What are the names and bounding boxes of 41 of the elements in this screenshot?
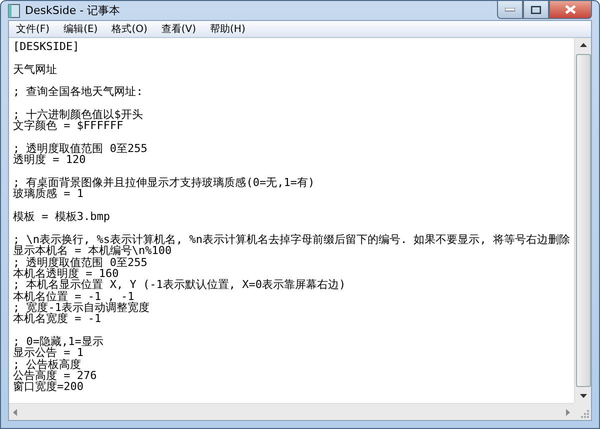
resize-grip-icon[interactable]: [581, 410, 589, 418]
text-line: 本机名宽度 = -1: [13, 313, 102, 325]
text-line: 窗口宽度=200: [13, 381, 84, 393]
maximize-button[interactable]: [523, 1, 549, 19]
minimize-button[interactable]: [497, 1, 523, 19]
vertical-scrollbar[interactable]: [574, 38, 591, 403]
scroll-thumb[interactable]: [576, 54, 590, 387]
scroll-right-icon[interactable]: [565, 408, 571, 416]
text-line: ; 宽度-1表示自动调整宽度: [13, 302, 150, 314]
menu-item[interactable]: 编辑(E): [56, 21, 105, 37]
close-icon: [565, 5, 576, 14]
window-title: DeskSide - 记事本: [25, 3, 120, 18]
text-line: ; \n表示换行, %s表示计算机名, %n表示计算机名去掉字母前缀后留下的编号. 如果不要显示, 将等号右边删除: [13, 234, 571, 246]
text-line: 公告高度 = 276: [13, 370, 98, 382]
menu-item[interactable]: 格式(O): [104, 21, 154, 37]
text-line: ; 本机名显示位置 X, Y (-1表示默认位置, X=0表示靠屏幕右边): [13, 279, 347, 291]
menu-item[interactable]: 文件(F): [9, 21, 57, 37]
text-line: ; 查询全国各地天气网址:: [13, 86, 144, 98]
text-line: ; 十六进制颜色值以$开头: [13, 109, 144, 120]
text-line: ; 有桌面背景图像并且拉伸显示才支持玻璃质感(0=无,1=有): [13, 177, 316, 188]
text-line: ; 公告板高度: [13, 358, 82, 370]
text-line: 天气网址: [13, 64, 58, 76]
text-line: 模板 = 模板3.bmp: [13, 211, 111, 222]
text-line: 本机名位置 = -1 , -1: [13, 290, 134, 302]
text-line: ; 透明度取值范围 0至255: [13, 256, 148, 268]
text-line: ; 透明度取值范围 0至255: [13, 143, 148, 154]
text-line: 文字颜色 = $FFFFFF: [13, 120, 124, 132]
minimize-icon: [505, 8, 515, 12]
text-line: 显示公告 = 1: [13, 347, 84, 359]
notepad-icon: [8, 4, 20, 18]
menu-item[interactable]: 帮助(H): [203, 21, 252, 37]
maximize-icon: [531, 6, 541, 14]
text-line: ; 0=隐藏,1=显示: [13, 336, 104, 348]
menu-item[interactable]: 查看(V): [154, 21, 204, 37]
text-line: 显示本机名 = 本机编号\n%100: [13, 245, 172, 257]
text-line: [DESKSIDE]: [13, 41, 80, 52]
close-button[interactable]: [549, 1, 592, 19]
text-line: 透明度 = 120: [13, 154, 86, 166]
text-line: 本机名透明度 = 160: [13, 268, 119, 280]
scroll-left-icon[interactable]: [12, 408, 18, 416]
text-line: 玻璃质感 = 1: [13, 188, 84, 200]
